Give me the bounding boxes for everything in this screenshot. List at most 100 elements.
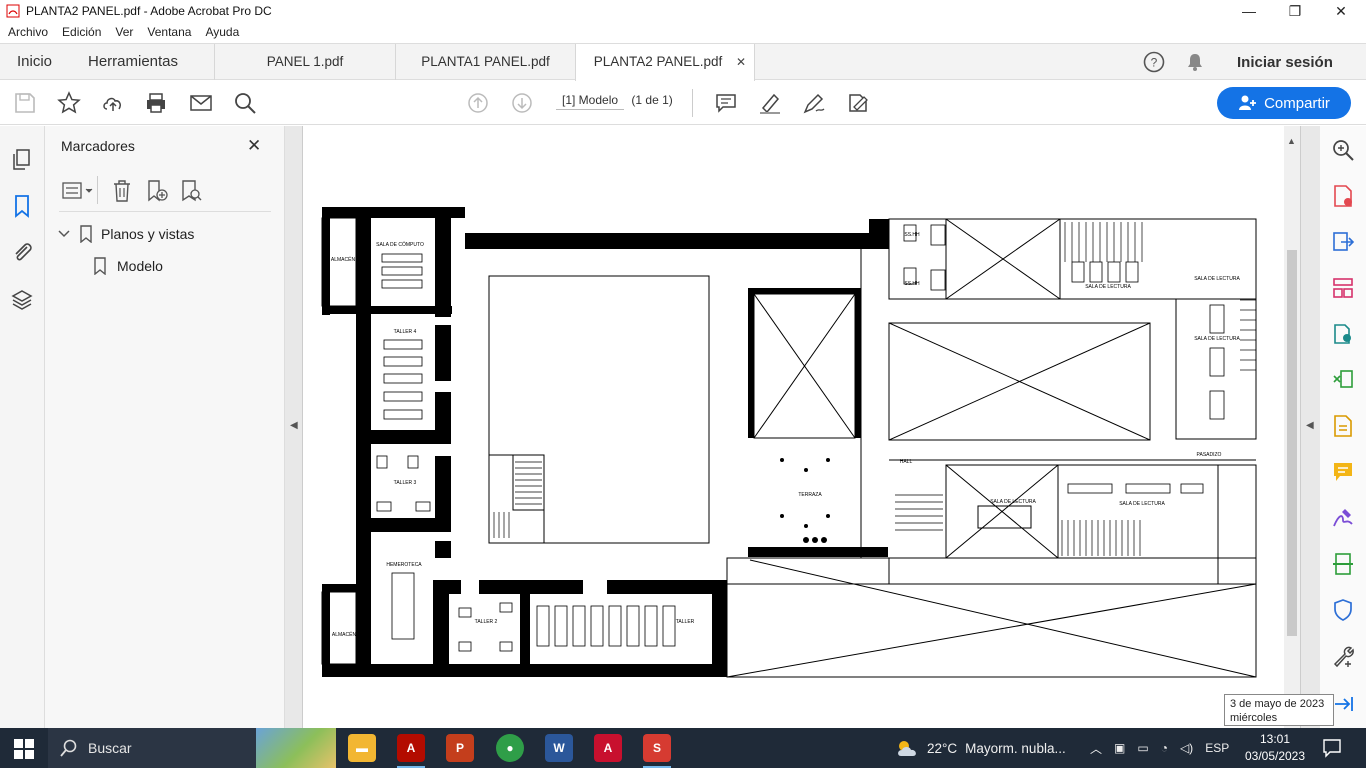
- chevron-down-icon[interactable]: [57, 227, 71, 241]
- svg-text:?: ?: [1151, 56, 1158, 70]
- tab-label: PLANTA1 PANEL.pdf: [421, 54, 550, 69]
- label-sala-lectura: SALA DE LECTURA: [1194, 336, 1240, 342]
- chrome-icon[interactable]: ●: [496, 734, 524, 762]
- weather-widget[interactable]: 22°C Mayorm. nubla...: [895, 728, 1066, 768]
- toolbar-divider: [692, 89, 693, 117]
- close-window-button[interactable]: ✕: [1318, 0, 1364, 22]
- taskbar-search[interactable]: Buscar: [48, 728, 256, 768]
- search-icon: [60, 739, 77, 757]
- combine-files-icon[interactable]: [1331, 322, 1355, 346]
- prev-page-icon[interactable]: [466, 91, 490, 115]
- star-icon[interactable]: [57, 91, 81, 115]
- chevron-up-icon[interactable]: ︿: [1090, 740, 1102, 757]
- collapse-right-panel-handle[interactable]: ◀: [1300, 126, 1320, 728]
- menu-edicion[interactable]: Edición: [62, 25, 101, 39]
- share-button[interactable]: Compartir: [1217, 87, 1351, 119]
- edit-pdf-icon[interactable]: [1331, 414, 1355, 438]
- bookmark-planos-y-vistas[interactable]: Planos y vistas: [57, 225, 194, 243]
- menu-archivo[interactable]: Archivo: [8, 25, 48, 39]
- notification-center-icon[interactable]: [1322, 738, 1342, 761]
- fill-sign-icon[interactable]: [846, 91, 870, 115]
- menu-ayuda[interactable]: Ayuda: [205, 25, 239, 39]
- fill-sign-tool-icon[interactable]: [1331, 506, 1355, 530]
- label-almacen: ALMACÉN: [332, 631, 357, 638]
- tab-close-button[interactable]: ✕: [736, 44, 746, 80]
- options-menu-icon[interactable]: [61, 180, 97, 205]
- file-explorer-icon[interactable]: ▬: [348, 734, 376, 762]
- create-pdf-icon[interactable]: [1331, 184, 1355, 208]
- acrobat-taskbar-icon[interactable]: A: [397, 734, 425, 768]
- export-pdf-icon[interactable]: [1331, 230, 1355, 254]
- volume-icon[interactable]: ◁): [1180, 741, 1193, 755]
- save-icon[interactable]: [13, 91, 37, 115]
- document-scrollbar[interactable]: ▲: [1284, 126, 1300, 728]
- expand-tools-icon[interactable]: [1331, 692, 1355, 716]
- scrollbar-thumb[interactable]: [1287, 250, 1297, 636]
- organize-pages-icon[interactable]: [1331, 276, 1355, 300]
- bookmarks-close-button[interactable]: ✕: [247, 136, 261, 156]
- bookmark-modelo[interactable]: Modelo: [93, 257, 163, 275]
- word-icon[interactable]: W: [545, 734, 573, 762]
- help-icon[interactable]: ?: [1143, 44, 1165, 80]
- scroll-up-icon[interactable]: ▲: [1287, 136, 1296, 146]
- attachment-icon[interactable]: [10, 240, 34, 264]
- bookmarks-title: Marcadores: [61, 138, 135, 154]
- bookmark-panel-icon[interactable]: [10, 194, 34, 218]
- windows-start-icon[interactable]: [14, 739, 34, 762]
- search-highlight-image: [256, 728, 336, 768]
- sketchup-icon[interactable]: S: [643, 734, 671, 768]
- battery-icon[interactable]: ▭: [1137, 741, 1148, 755]
- notifications-icon[interactable]: [1185, 44, 1205, 80]
- autocad-icon[interactable]: A: [594, 734, 622, 762]
- highlight-pen-icon[interactable]: [758, 91, 782, 115]
- taskbar-clock[interactable]: 13:01 03/05/2023: [1240, 731, 1310, 765]
- maximize-button[interactable]: ❐: [1272, 0, 1318, 22]
- network-icon[interactable]: ◔: [1161, 741, 1168, 755]
- protect-icon[interactable]: [1331, 598, 1355, 622]
- new-bookmark-icon[interactable]: [145, 179, 169, 206]
- document-view[interactable]: ALMACÉN SALA DE CÓMPUTO TALLER 4 TALLER …: [304, 126, 1284, 728]
- clock-date: 03/05/2023: [1244, 749, 1306, 763]
- comment-tool-icon[interactable]: [1331, 460, 1355, 484]
- meet-icon[interactable]: ▣: [1114, 741, 1125, 755]
- tab-panel1[interactable]: PANEL 1.pdf: [214, 44, 395, 80]
- label-sala-lectura: SALA DE LECTURA: [1194, 276, 1240, 282]
- tab-inicio[interactable]: Inicio: [17, 44, 52, 80]
- menu-ventana[interactable]: Ventana: [147, 25, 191, 39]
- minimize-button[interactable]: —: [1226, 0, 1272, 22]
- main-toolbar: [1] Modelo (1 de 1): [0, 81, 1366, 125]
- menu-ver[interactable]: Ver: [115, 25, 133, 39]
- delete-bookmark-icon[interactable]: [111, 179, 133, 206]
- acrobat-app-icon: [6, 4, 20, 18]
- label-almacen: ALMACÉN: [331, 256, 356, 263]
- collapse-left-panel-handle[interactable]: ◀: [285, 126, 303, 728]
- draw-icon[interactable]: [802, 91, 826, 115]
- powerpoint-icon[interactable]: P: [446, 734, 474, 762]
- comment-icon[interactable]: [714, 91, 738, 115]
- window-title: PLANTA2 PANEL.pdf - Adobe Acrobat Pro DC: [26, 4, 272, 18]
- search-icon[interactable]: [233, 91, 257, 115]
- next-page-icon[interactable]: [510, 91, 534, 115]
- windows-taskbar: Buscar ▬ A P ● W A S 22°C Mayorm. nubla.…: [0, 728, 1366, 768]
- signin-link[interactable]: Iniciar sesión: [1237, 44, 1333, 80]
- bookmark-properties-icon[interactable]: [179, 179, 203, 206]
- chevron-left-icon: ◀: [1306, 420, 1314, 431]
- page-input[interactable]: [1] Modelo: [556, 93, 625, 110]
- more-tools-icon[interactable]: [1331, 644, 1355, 668]
- tab-planta2[interactable]: PLANTA2 PANEL.pdf ✕: [575, 44, 755, 81]
- email-icon[interactable]: [189, 91, 213, 115]
- layers-icon[interactable]: [10, 288, 34, 312]
- page-thumbnails-icon[interactable]: [10, 148, 34, 172]
- tab-herramientas[interactable]: Herramientas: [88, 44, 178, 80]
- print-icon[interactable]: [144, 91, 168, 115]
- label-taller-2: TALLER 2: [475, 619, 498, 625]
- tab-planta1[interactable]: PLANTA1 PANEL.pdf: [395, 44, 575, 80]
- label-taller: TALLER: [676, 619, 695, 625]
- weather-desc: Mayorm. nubla...: [965, 740, 1066, 756]
- cloud-sun-icon: [898, 741, 916, 756]
- language-indicator[interactable]: ESP: [1205, 741, 1229, 755]
- compress-pdf-icon[interactable]: [1331, 368, 1355, 392]
- zoom-icon[interactable]: [1331, 138, 1355, 162]
- upload-cloud-icon[interactable]: [101, 91, 125, 115]
- scan-ocr-icon[interactable]: [1331, 552, 1355, 576]
